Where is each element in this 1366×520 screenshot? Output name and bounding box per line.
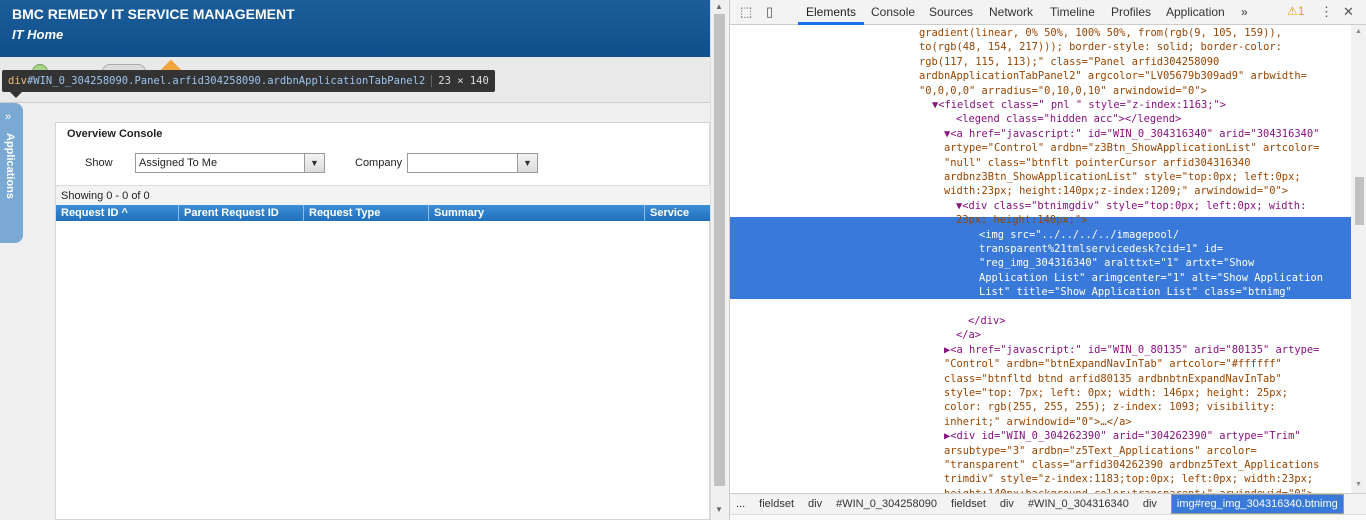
- device-toolbar-icon[interactable]: ▯: [766, 4, 773, 20]
- tab-console[interactable]: Console: [871, 5, 915, 19]
- company-label: Company: [355, 157, 403, 169]
- scroll-thumb[interactable]: [714, 14, 725, 486]
- scroll-down-icon[interactable]: ▼: [715, 505, 723, 514]
- dom-line[interactable]: style="top: 7px; left: 0px; width: 146px…: [944, 386, 1350, 400]
- dom-tree[interactable]: gradient(linear, 0% 50%, 100% 50%, from(…: [730, 25, 1351, 493]
- overview-console-panel: Overview Console Show Assigned To Me ▼ C…: [55, 122, 710, 520]
- dom-line[interactable]: "transparent" class="arfid304262390 ardb…: [944, 458, 1350, 472]
- dom-line[interactable]: to(rgb(48, 154, 217))); border-style: so…: [919, 40, 1350, 54]
- breadcrumb-item[interactable]: div: [808, 494, 822, 514]
- console-title: Overview Console: [67, 128, 163, 140]
- col-parent-request-id[interactable]: Parent Request ID: [179, 205, 304, 221]
- dom-line[interactable]: width:23px; height:140px;z-index:1209;" …: [944, 184, 1350, 198]
- dom-line[interactable]: ardbnApplicationTabPanel2" argcolor="LV0…: [919, 69, 1350, 83]
- expand-chevron-icon: »: [5, 111, 12, 123]
- chevron-down-icon[interactable]: ▼: [517, 154, 537, 172]
- dom-line[interactable]: artype="Control" ardbn="z3Btn_ShowApplic…: [944, 141, 1350, 155]
- dom-line[interactable]: class="btnfltd btnd arfid80135 ardbnbtnE…: [944, 372, 1350, 386]
- tab-sources[interactable]: Sources: [929, 5, 973, 19]
- dom-line[interactable]: 23px; height:140px;">: [956, 213, 1350, 227]
- scroll-thumb[interactable]: [1355, 177, 1364, 225]
- dom-line-selected[interactable]: "reg_img_304316340" aralttxt="1" artxt="…: [979, 256, 1350, 270]
- tab-network[interactable]: Network: [989, 5, 1033, 19]
- tooltip-tag: div: [8, 75, 27, 87]
- page-title: IT Home: [12, 27, 64, 42]
- dom-line[interactable]: inherit;" arwindowid="0">…</a>: [944, 415, 1350, 429]
- breadcrumb-item[interactable]: div: [1000, 494, 1014, 514]
- dom-line[interactable]: ardbnz3Btn_ShowApplicationList" style="t…: [944, 170, 1350, 184]
- app-header: BMC REMEDY IT SERVICE MANAGEMENT IT Home: [0, 0, 710, 57]
- dom-line[interactable]: ▼<a href="javascript:" id="WIN_0_3043163…: [944, 127, 1350, 141]
- close-icon[interactable]: ✕: [1343, 4, 1354, 20]
- breadcrumb-item[interactable]: fieldset: [951, 494, 986, 514]
- col-service[interactable]: Service: [645, 205, 710, 221]
- app-title: BMC REMEDY IT SERVICE MANAGEMENT: [12, 6, 295, 22]
- tab-timeline[interactable]: Timeline: [1050, 5, 1095, 19]
- applications-tab-label: Applications: [4, 133, 16, 200]
- dom-line[interactable]: rgb(117, 115, 113);" class="Panel arfid3…: [919, 55, 1350, 69]
- tab-profiles[interactable]: Profiles: [1111, 5, 1151, 19]
- show-select-value: Assigned To Me: [139, 157, 218, 169]
- col-request-type[interactable]: Request Type: [304, 205, 429, 221]
- inspect-element-icon[interactable]: ⬚: [740, 4, 752, 20]
- show-label: Show: [85, 157, 113, 169]
- company-select[interactable]: ▼: [407, 153, 538, 173]
- breadcrumb-item[interactable]: div: [1143, 494, 1157, 514]
- tab-elements[interactable]: Elements: [806, 5, 856, 19]
- tooltip-classes: .Panel.arfid304258090.ardbnApplicationTa…: [128, 75, 426, 87]
- dom-line[interactable]: "0,0,0,0" arradius="0,10,0,10" arwindowi…: [919, 84, 1350, 98]
- applications-tab[interactable]: » Applications: [0, 103, 23, 243]
- dom-line[interactable]: <legend class="hidden acc"></legend>: [956, 112, 1350, 126]
- dom-line[interactable]: color: rgb(255, 255, 255); z-index: 1093…: [944, 400, 1350, 414]
- dom-scrollbar[interactable]: ▲ ▼: [1351, 25, 1366, 493]
- table-header: Request ID ^ Parent Request ID Request T…: [56, 205, 710, 221]
- tooltip-size: 23 × 140: [431, 75, 489, 87]
- dom-line-selected[interactable]: <img src="../../../../imagepool/: [979, 228, 1350, 242]
- dom-line[interactable]: ▶<div id="WIN_0_304262390" arid="3042623…: [944, 429, 1350, 443]
- dom-line[interactable]: trimdiv" style="z-index:1183;top:0px; le…: [944, 472, 1350, 486]
- dom-breadcrumb: ... fieldset div #WIN_0_304258090 fieldset di…: [730, 493, 1366, 514]
- drawer-strip: [730, 514, 1366, 520]
- scroll-up-icon[interactable]: ▲: [1355, 28, 1362, 35]
- devtools-toolbar: ⬚ ▯ Elements Console Sources Network Tim…: [730, 0, 1366, 25]
- breadcrumb-item[interactable]: #WIN_0_304316340: [1028, 494, 1129, 514]
- sort-ascending-icon: ^: [121, 207, 128, 219]
- dom-line[interactable]: </a>: [956, 328, 1350, 342]
- dom-line[interactable]: </div>: [968, 314, 1350, 328]
- dom-line-selected[interactable]: style="top:0px; left:0px; width:23px; he…: [979, 300, 1350, 314]
- dom-line[interactable]: "Control" ardbn="btnExpandNavInTab" artc…: [944, 357, 1350, 371]
- breadcrumb-item[interactable]: #WIN_0_304258090: [836, 494, 937, 514]
- breadcrumb-item[interactable]: fieldset: [759, 494, 794, 514]
- more-tabs-button[interactable]: »: [1241, 5, 1248, 19]
- dom-line[interactable]: gradient(linear, 0% 50%, 100% 50%, from(…: [919, 26, 1350, 40]
- dom-line[interactable]: ▼<div class="btnimgdiv" style="top:0px; …: [956, 199, 1350, 213]
- warning-count[interactable]: ⚠1: [1287, 4, 1304, 18]
- dom-line[interactable]: arsubtype="3" ardbn="z5Text_Applications…: [944, 444, 1350, 458]
- show-select[interactable]: Assigned To Me ▼: [135, 153, 325, 173]
- col-summary[interactable]: Summary: [429, 205, 645, 221]
- devtools-panel: ⬚ ▯ Elements Console Sources Network Tim…: [729, 0, 1366, 520]
- remedy-app-viewport: BMC REMEDY IT SERVICE MANAGEMENT IT Home…: [0, 0, 710, 520]
- element-inspect-tooltip: div#WIN_0_304258090.Panel.arfid304258090…: [2, 70, 495, 98]
- breadcrumb-item[interactable]: ...: [736, 494, 745, 514]
- dom-line[interactable]: "null" class="btnflt pointerCursor arfid…: [944, 156, 1350, 170]
- dom-line[interactable]: ▼<fieldset class=" pnl " style="z-index:…: [932, 98, 1350, 112]
- scroll-up-icon[interactable]: ▲: [715, 2, 723, 11]
- tooltip-id: #WIN_0_304258090: [26, 75, 129, 87]
- dom-line-selected[interactable]: List" title="Show Application List" clas…: [979, 285, 1350, 299]
- dom-line-selected[interactable]: Application List" arimgcenter="1" alt="S…: [979, 271, 1350, 285]
- breadcrumb-item[interactable]: img#reg_img_304316340.btnimg: [1170, 494, 1344, 514]
- results-count: Showing 0 - 0 of 0: [56, 185, 710, 205]
- dom-line-selected[interactable]: transparent%21tmlservicedesk?cid=1" id=: [979, 242, 1350, 256]
- app-scrollbar[interactable]: ▲ ▼: [710, 0, 729, 520]
- tab-application[interactable]: Application: [1166, 5, 1225, 19]
- menu-icon[interactable]: ⋮: [1320, 4, 1333, 20]
- scroll-down-icon[interactable]: ▼: [1355, 481, 1362, 488]
- col-request-id[interactable]: Request ID ^: [56, 205, 179, 221]
- dom-line[interactable]: ▶<a href="javascript:" id="WIN_0_80135" …: [944, 343, 1350, 357]
- chevron-down-icon[interactable]: ▼: [304, 154, 324, 172]
